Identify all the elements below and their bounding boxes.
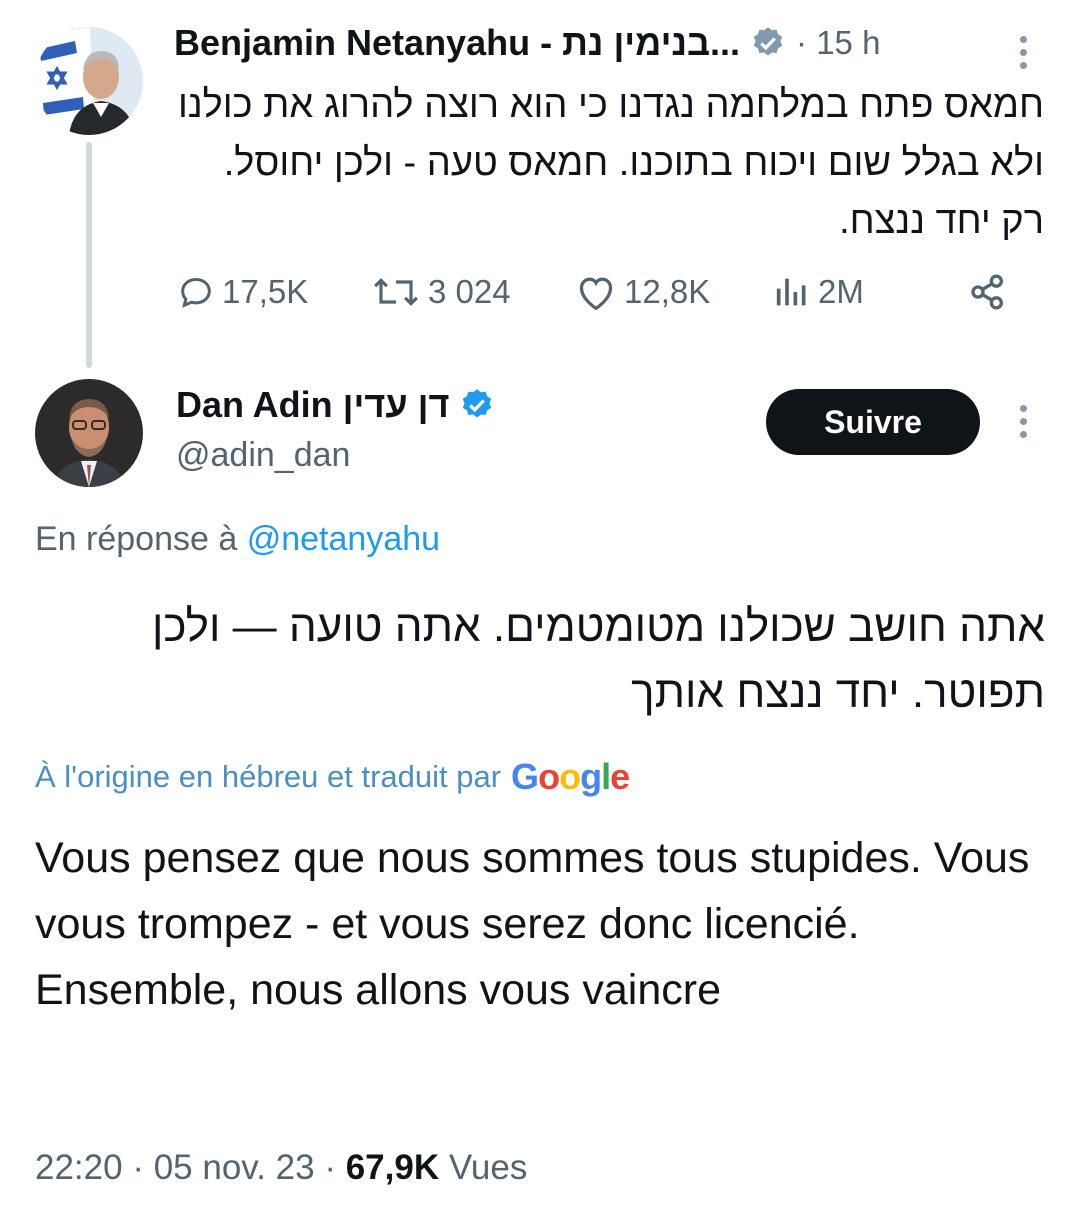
parent-tweet-time[interactable]: · 15 h xyxy=(796,24,880,62)
retweet-icon xyxy=(370,272,422,312)
main-tweet-hebrew-text: אתה חושב שכולנו מטומטמים. אתה טועה — ולכ… xyxy=(152,602,1045,717)
retweet-button[interactable]: 3 024 xyxy=(370,272,511,312)
verified-badge-icon xyxy=(750,25,786,61)
thread-line xyxy=(86,142,92,368)
avatar-netanyahu[interactable] xyxy=(35,27,143,135)
meta-separator: · xyxy=(132,1148,144,1187)
main-author-name[interactable]: Dan Adin דן עדין xyxy=(176,384,449,426)
meta-separator: · xyxy=(324,1148,336,1187)
tweet-views-count: 67,9K xyxy=(345,1148,440,1187)
reply-button[interactable]: 17,5K xyxy=(176,272,308,312)
tweet-metadata: 22:20 · 05 nov. 23 · 67,9K Vues xyxy=(35,1148,527,1188)
views-count: 2M xyxy=(818,273,864,310)
follow-button[interactable]: Suivre xyxy=(766,389,980,455)
parent-more-icon[interactable] xyxy=(1020,36,1027,69)
parent-tweet-text: חמאס פתח במלחמה נגדנו כי הוא רוצה להרוג … xyxy=(178,84,1044,242)
translation-label: À l'origine en hébreu et traduit par xyxy=(35,759,502,794)
translation-note[interactable]: À l'origine en hébreu et traduit par Goo… xyxy=(35,756,630,798)
heart-icon xyxy=(574,272,618,312)
analytics-icon xyxy=(772,272,812,312)
tweet-date[interactable]: 05 nov. 23 xyxy=(154,1148,315,1187)
like-button[interactable]: 12,8K xyxy=(574,272,710,312)
main-tweet-header: Dan Adin דן עדין xyxy=(176,384,495,426)
google-logo: Google xyxy=(511,756,630,797)
like-count: 12,8K xyxy=(624,273,711,310)
reply-context: En réponse à @netanyahu xyxy=(35,520,440,559)
verified-badge-icon xyxy=(459,387,495,423)
reply-to-handle-link[interactable]: @netanyahu xyxy=(247,520,440,558)
parent-author-name[interactable]: Benjamin Netanyahu - בנימין נת... xyxy=(174,22,740,64)
main-tweet-translated-text: Vous pensez que nous sommes tous stupide… xyxy=(35,834,1030,1014)
reply-count: 17,5K xyxy=(222,273,309,310)
main-author-handle[interactable]: @adin_dan xyxy=(176,436,350,475)
reply-prefix: En réponse à xyxy=(35,520,238,558)
views-button[interactable]: 2M xyxy=(772,272,864,312)
main-more-icon[interactable] xyxy=(1020,405,1027,438)
tweet-views-label: Vues xyxy=(448,1148,528,1187)
tweet-time[interactable]: 22:20 xyxy=(35,1148,123,1187)
reply-icon xyxy=(176,272,216,312)
parent-tweet-header: Benjamin Netanyahu - בנימין נת... · 15 h xyxy=(174,22,880,64)
retweet-count: 3 024 xyxy=(428,273,511,310)
share-icon[interactable] xyxy=(968,272,1008,317)
avatar-dan-adin[interactable] xyxy=(35,379,143,487)
